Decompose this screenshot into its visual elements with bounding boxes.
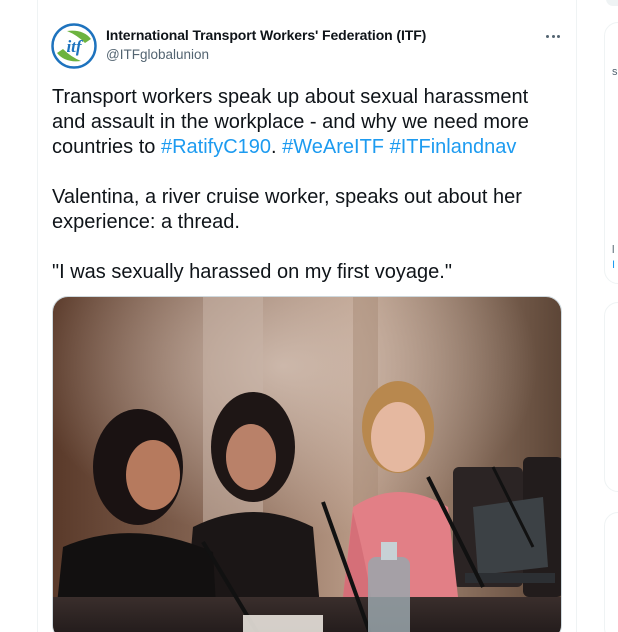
sidebar-card[interactable] xyxy=(604,512,618,632)
more-options-button[interactable] xyxy=(540,26,566,46)
more-dot-icon xyxy=(556,34,560,38)
tweet-line: and assault in the workplace - and why w… xyxy=(52,111,529,133)
avatar[interactable]: itf xyxy=(51,23,97,69)
sidebar-text-fragment: s xyxy=(612,66,618,78)
tweet-media-photo[interactable] xyxy=(52,296,562,632)
author-handle[interactable]: @ITFglobalunion xyxy=(106,47,209,62)
itf-logo-icon: itf xyxy=(51,23,97,69)
hashtag-link[interactable]: #RatifyC190 xyxy=(161,136,271,158)
tweet-line: Valentina, a river cruise worker, speaks… xyxy=(52,186,522,208)
tweet-line: countries to #RatifyC190. #WeAreITF #ITF… xyxy=(52,135,572,160)
author-name[interactable]: International Transport Workers' Federat… xyxy=(106,27,426,43)
photo-illustration xyxy=(53,297,561,632)
sidebar-card[interactable] xyxy=(604,22,618,284)
sidebar-card[interactable] xyxy=(604,302,618,492)
hashtag-link[interactable]: #ITFinlandnav xyxy=(390,136,517,158)
hashtag-link[interactable]: #WeAreITF xyxy=(282,136,384,158)
tweet-line: experience: a thread. xyxy=(52,211,240,233)
tweet-line: "I was sexually harassed on my first voy… xyxy=(52,261,452,283)
tweet-line: Transport workers speak up about sexual … xyxy=(52,86,529,108)
more-dot-icon xyxy=(546,34,550,38)
sidebar-text-fragment: I xyxy=(612,259,616,271)
avatar-logo-text: itf xyxy=(66,37,83,56)
tweet-text-span: countries to xyxy=(52,136,161,158)
tweet-text: Transport workers speak up about sexual … xyxy=(52,85,572,285)
tweet-text-span: . xyxy=(271,136,283,158)
sidebar-text-fragment: l xyxy=(612,244,615,256)
more-dot-icon xyxy=(551,34,555,38)
